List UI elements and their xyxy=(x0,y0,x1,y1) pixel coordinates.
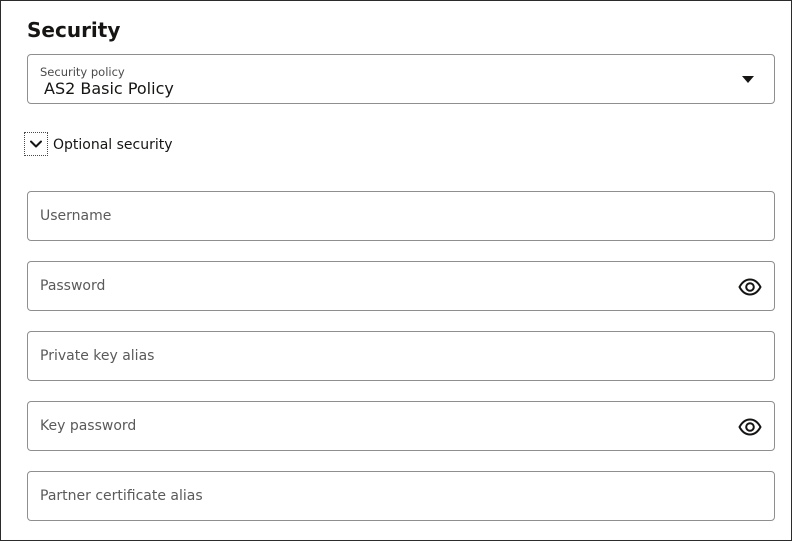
username-input[interactable] xyxy=(28,192,774,240)
password-field-container xyxy=(27,261,775,311)
eye-icon[interactable] xyxy=(738,415,762,439)
security-policy-select[interactable]: Security policy AS2 Basic Policy xyxy=(27,54,775,104)
partner-certificate-alias-input[interactable] xyxy=(28,472,774,520)
private-key-alias-field-container xyxy=(27,331,775,381)
eye-icon[interactable] xyxy=(738,275,762,299)
security-policy-value: AS2 Basic Policy xyxy=(44,79,174,98)
optional-security-label[interactable]: Optional security xyxy=(53,136,173,154)
optional-security-toggle[interactable] xyxy=(24,132,48,156)
chevron-down-icon xyxy=(30,140,42,148)
security-panel: Security Security policy AS2 Basic Polic… xyxy=(0,0,792,541)
username-field-container xyxy=(27,191,775,241)
private-key-alias-input[interactable] xyxy=(28,332,774,380)
section-title: Security xyxy=(27,18,121,42)
partner-certificate-alias-field-container xyxy=(27,471,775,521)
security-policy-label: Security policy xyxy=(40,65,125,79)
key-password-field-container xyxy=(27,401,775,451)
caret-down-icon xyxy=(742,76,754,83)
key-password-input[interactable] xyxy=(28,402,774,450)
password-input[interactable] xyxy=(28,262,774,310)
